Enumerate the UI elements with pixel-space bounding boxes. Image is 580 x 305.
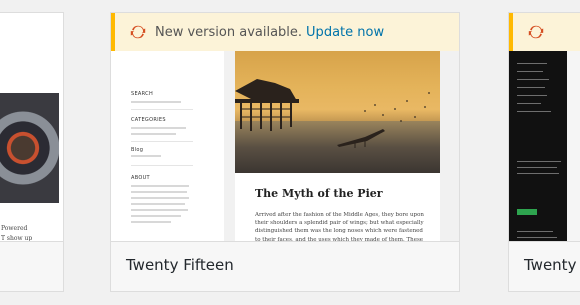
update-icon — [130, 25, 146, 39]
pier-silhouette — [235, 79, 299, 131]
menu-line — [517, 63, 547, 64]
widget-label: SEARCH — [131, 91, 154, 97]
widget-line — [131, 215, 181, 217]
menu-line — [517, 111, 551, 112]
preview-caption: Powered — [1, 225, 28, 232]
menu-line — [517, 161, 561, 162]
update-notice — [509, 13, 580, 51]
widget-line — [131, 101, 181, 103]
widget-line — [131, 155, 161, 157]
widget-line — [131, 197, 189, 199]
theme-name[interactable]: Twenty Fifteen — [126, 256, 234, 274]
menu-line — [517, 173, 559, 174]
widget-line — [131, 191, 187, 193]
menu-line — [517, 95, 547, 96]
preview-button — [517, 209, 537, 215]
menu-line — [517, 87, 545, 88]
menu-line — [517, 167, 557, 168]
widget-line — [131, 209, 188, 211]
theme-name[interactable]: Twenty F — [524, 256, 580, 274]
menu-line — [517, 103, 541, 104]
preview-sidebar — [509, 51, 567, 243]
widget-label: Blog — [131, 147, 144, 153]
update-icon — [528, 25, 544, 39]
preview-sidebar: SEARCH CATEGORIES Blog ABOUT — [111, 51, 224, 243]
widget-label: CATEGORIES — [131, 117, 166, 123]
theme-footer: Twenty Fifteen — [111, 241, 459, 291]
post-preview: The Myth of the Pier Arrived after the f… — [235, 173, 440, 243]
theme-screenshot[interactable]: Powered T show up — [0, 13, 63, 243]
preview-image — [0, 93, 59, 203]
menu-line — [517, 79, 549, 80]
update-now-link[interactable]: Update now — [306, 25, 384, 40]
widget-line — [131, 203, 185, 205]
theme-card-twenty-fifteen[interactable]: New version available. Update now SEARCH… — [110, 12, 460, 292]
post-title: The Myth of the Pier — [255, 187, 383, 200]
widget-line — [131, 127, 186, 129]
menu-line — [517, 231, 553, 232]
theme-footer — [0, 241, 63, 291]
divider — [131, 141, 193, 142]
update-notice: New version available. Update now — [111, 13, 459, 51]
birds — [364, 92, 430, 122]
widget-label: ABOUT — [131, 175, 150, 181]
divider — [131, 165, 193, 166]
widget-line — [131, 221, 171, 223]
menu-line — [517, 71, 543, 72]
featured-image — [235, 51, 440, 173]
divider — [131, 109, 193, 110]
post-excerpt: Arrived after the fashion of the Middle … — [255, 212, 424, 243]
menu-line — [517, 237, 557, 238]
wreck-silhouette — [337, 129, 385, 148]
theme-card-right[interactable]: Twenty F — [508, 12, 580, 292]
theme-footer: Twenty F — [509, 241, 580, 291]
widget-line — [131, 185, 189, 187]
widget-line — [131, 133, 176, 135]
notice-text: New version available. — [155, 24, 303, 40]
preview-content — [567, 51, 580, 243]
theme-card-left[interactable]: Powered T show up — [0, 12, 64, 292]
